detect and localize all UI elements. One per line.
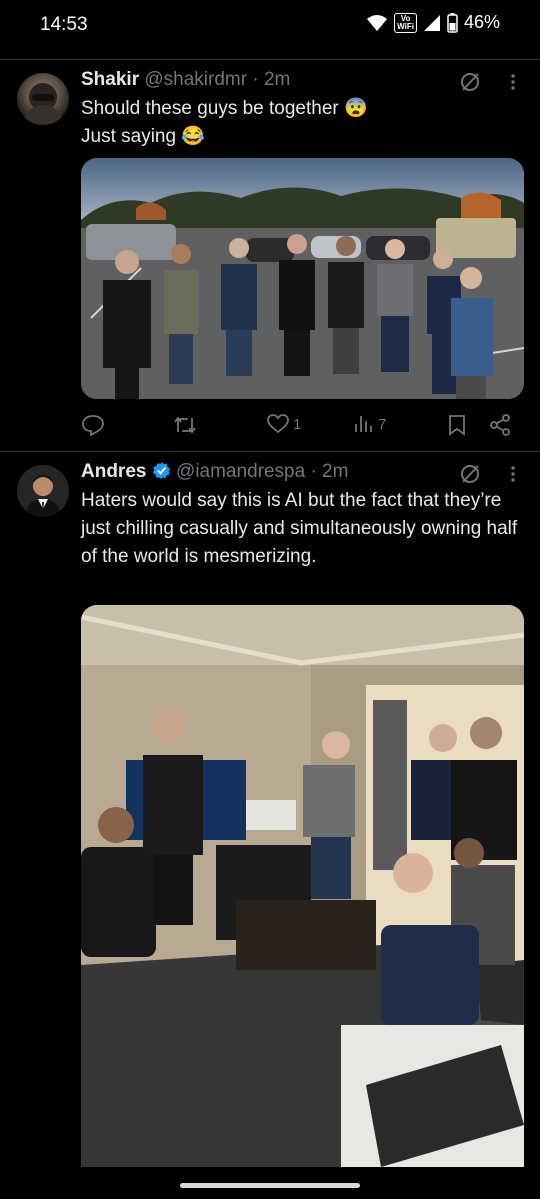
vowifi-icon: Vo WiFi: [394, 12, 417, 33]
tweet-text: Haters would say this is AI but the fact…: [81, 490, 518, 567]
wifi-icon: [367, 14, 388, 31]
reply-icon: [82, 415, 104, 436]
bookmark-icon[interactable]: [447, 414, 467, 436]
tweet-text-line: Should these guys be together 😨: [81, 98, 368, 119]
reply-button[interactable]: [81, 414, 109, 436]
status-icons: Vo WiFi 46%: [366, 12, 500, 33]
home-indicator[interactable]: [180, 1183, 360, 1188]
tweet-2[interactable]: Andres @iamandrespa · 2m Haters would sa…: [0, 451, 540, 1191]
more-icon[interactable]: [510, 72, 516, 92]
tweet-1[interactable]: Shakir @shakirdmr · 2m Should these guys…: [0, 59, 540, 451]
repost-button[interactable]: [173, 414, 201, 436]
verified-badge-icon: [152, 461, 170, 479]
battery-level: 46%: [463, 12, 500, 32]
signal-icon: [423, 14, 440, 31]
views-icon: [355, 416, 372, 432]
author-name[interactable]: Andres: [81, 461, 146, 482]
like-icon: [267, 414, 289, 434]
repost-icon: [174, 416, 196, 434]
battery-icon: [447, 12, 458, 33]
like-button[interactable]: 1: [267, 414, 301, 434]
views-count: 7: [378, 415, 387, 433]
author-name[interactable]: Shakir: [81, 69, 139, 90]
avatar[interactable]: [17, 73, 69, 125]
tweet-header: Andres @iamandrespa · 2m: [81, 461, 348, 483]
author-handle[interactable]: @iamandrespa: [176, 461, 305, 482]
author-handle[interactable]: @shakirdmr: [144, 69, 247, 90]
more-icon[interactable]: [510, 464, 516, 484]
tweet-text: Should these guys be together 😨 Just say…: [81, 95, 521, 151]
grok-icon[interactable]: [459, 463, 481, 485]
status-bar: 14:53 Vo WiFi 46%: [0, 0, 540, 52]
grok-icon[interactable]: [459, 71, 481, 93]
tweet-actions: 1 7: [81, 414, 521, 438]
tweet-time[interactable]: · 2m: [310, 461, 348, 482]
tweet-time[interactable]: · 2m: [252, 69, 290, 90]
tweet-text-line: Just saying 😂: [81, 126, 205, 147]
tweet-photo[interactable]: [81, 158, 524, 399]
tweet-photo[interactable]: [81, 605, 524, 1167]
avatar[interactable]: [17, 465, 69, 517]
like-count: 1: [293, 415, 302, 433]
share-icon[interactable]: [489, 414, 511, 436]
status-time: 14:53: [40, 14, 88, 35]
views-button[interactable]: 7: [354, 414, 386, 434]
tweet-header: Shakir @shakirdmr · 2m: [81, 69, 290, 91]
